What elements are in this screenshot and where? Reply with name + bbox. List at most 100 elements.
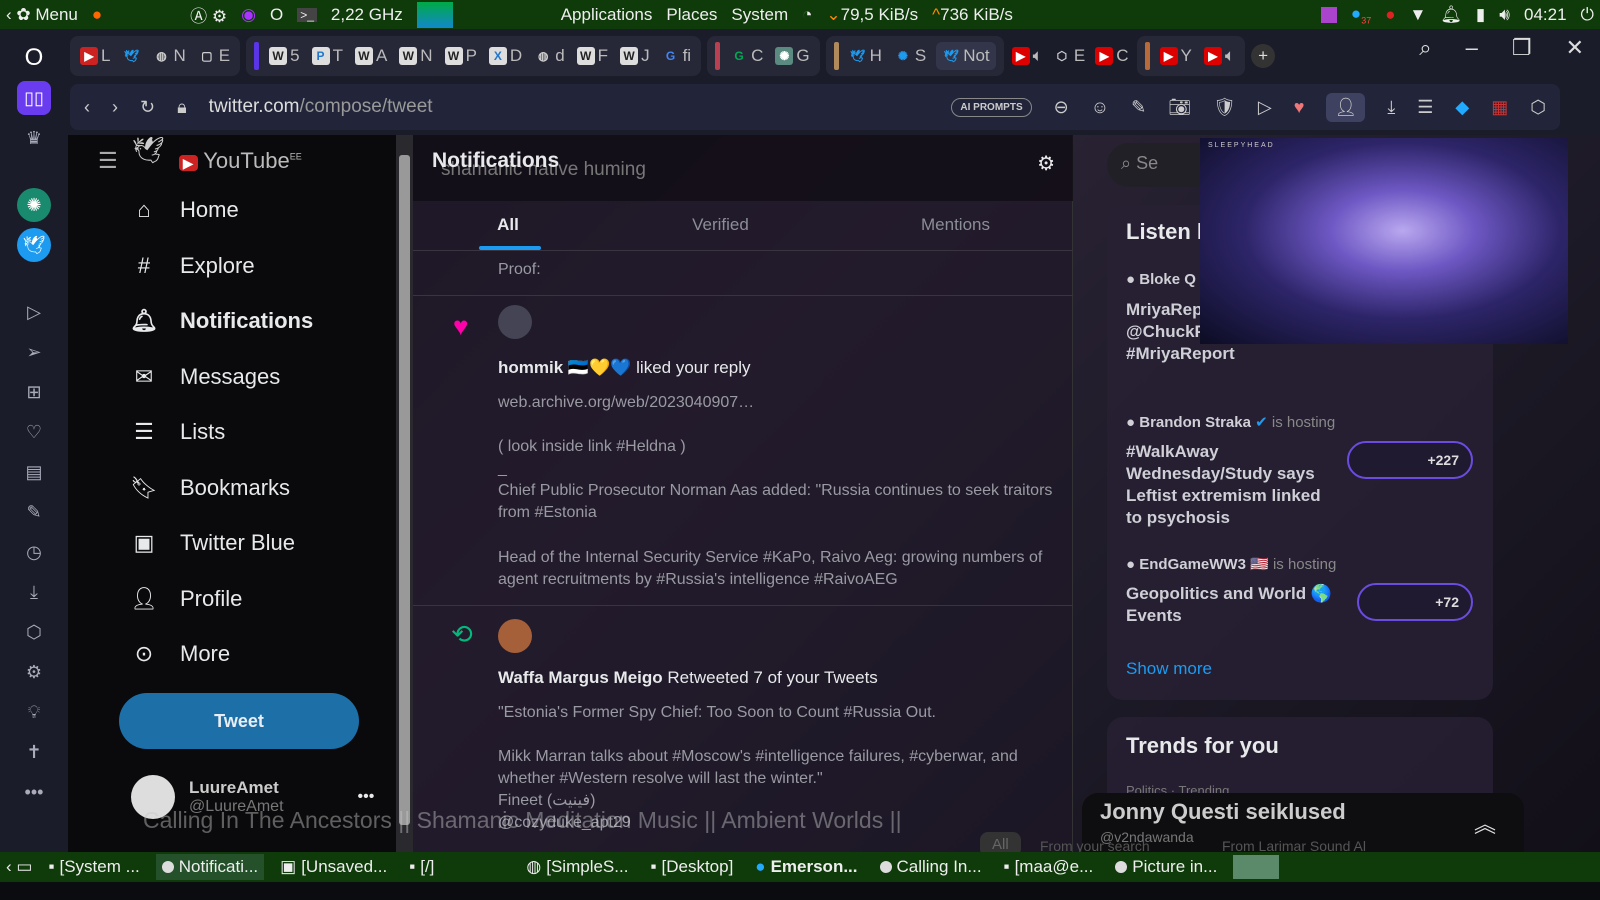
tab[interactable]: Gfi — [660, 46, 694, 66]
diamond-extension-icon[interactable]: ◆ — [1455, 97, 1469, 118]
reload-button[interactable]: ↻ — [140, 97, 155, 118]
emoji-icon[interactable]: ☺ — [1091, 97, 1109, 118]
notification-like[interactable]: hommik 🇪🇪💛💙 liked your reply — [498, 357, 1068, 379]
show-more-link[interactable]: Show more — [1126, 659, 1212, 679]
tab[interactable]: 🕊︎ — [120, 47, 142, 65]
scrollbar[interactable] — [396, 135, 413, 852]
nav-profile[interactable]: 👤︎ Profile — [130, 586, 242, 612]
listeners-badge[interactable]: +227 — [1347, 441, 1473, 479]
forward-button[interactable]: › — [112, 97, 118, 118]
tab[interactable]: ✺ G — [773, 46, 811, 66]
bible-icon[interactable]: ✝ — [17, 735, 51, 769]
telegram-icon[interactable]: ●37 — [1351, 4, 1371, 25]
nav-home[interactable]: ⌂ Home — [130, 197, 238, 223]
power-icon[interactable]: ⏻ — [1581, 5, 1594, 25]
tweet-button[interactable]: Tweet — [119, 693, 359, 749]
tab[interactable]: ⬡ E — [1051, 46, 1087, 66]
grid-icon[interactable]: ⊞ — [17, 375, 51, 409]
nav-explore[interactable]: # Explore — [130, 253, 255, 279]
volume-icon[interactable]: 🔊︎ — [1499, 5, 1510, 25]
ai-prompts-button[interactable]: AI PROMPTS — [951, 97, 1032, 117]
heart-icon[interactable]: ♡ — [17, 415, 51, 449]
tab[interactable]: XD — [487, 46, 524, 66]
avatar[interactable] — [498, 305, 532, 339]
tab-mentions[interactable]: Mentions — [838, 201, 1073, 250]
menu-button[interactable]: ‹ ✿ Menu — [6, 5, 78, 25]
tab[interactable]: WJ — [618, 46, 652, 66]
pin-icon[interactable]: ✎ — [1131, 97, 1146, 118]
taskbar-item[interactable]: Picture in... — [1109, 854, 1223, 880]
record-icon[interactable]: ● — [1385, 5, 1395, 25]
firefox-icon[interactable]: ● — [92, 5, 102, 25]
applications-menu[interactable]: Applications — [561, 5, 653, 25]
tab[interactable]: ▶ 🔈︎ — [1202, 46, 1237, 66]
tab[interactable]: ◍ d — [532, 46, 566, 66]
tab[interactable]: ▢ E — [196, 46, 232, 66]
space-host[interactable]: ● Bloke Q — [1126, 271, 1196, 288]
history-icon[interactable]: ◷ — [17, 535, 51, 569]
tab[interactable]: ◍ N — [150, 46, 187, 66]
taskbar-item[interactable]: ▪ [maa@e... — [998, 854, 1100, 880]
notification-retweet[interactable]: Waffa Margus Meigo Retweeted 7 of your T… — [498, 667, 1068, 689]
lightbulb-icon[interactable]: 💡︎ — [17, 695, 51, 729]
picture-in-picture-video[interactable]: SLEEPYHEAD — [1200, 138, 1568, 344]
nav-more[interactable]: ⊙ More — [130, 641, 230, 667]
back-button[interactable]: ‹ — [84, 97, 90, 118]
space-host[interactable]: ● Brandon Straka ✔ is hosting — [1126, 413, 1335, 431]
cube-extension-icon[interactable]: ⬡ — [1530, 97, 1546, 118]
avatar[interactable] — [498, 619, 532, 653]
taskbar-item[interactable]: ◍ [SimpleS... — [520, 854, 634, 880]
downloads-icon[interactable]: ⤓ — [17, 575, 51, 609]
space-title[interactable]: Geopolitics and World 🌎 Events — [1126, 583, 1336, 627]
tab[interactable]: W5 — [267, 46, 301, 66]
chatgpt-icon[interactable]: ✺ — [17, 188, 51, 222]
maximize-button[interactable]: ❐ — [1512, 35, 1532, 61]
tab-verified[interactable]: Verified — [603, 201, 838, 250]
taskbar-item[interactable]: Calling In... — [874, 854, 988, 880]
network-icon[interactable]: ▼ — [1410, 5, 1427, 25]
send-icon[interactable]: ➢ — [17, 335, 51, 369]
tab[interactable]: WF — [575, 46, 610, 66]
tab-active-twitter-notifications[interactable]: 🕊︎ Not — [936, 42, 996, 70]
nav-bookmarks[interactable]: 🔖︎ Bookmarks — [130, 475, 290, 501]
taskbar-item[interactable]: ● Emerson... — [749, 854, 863, 880]
zoom-icon[interactable]: ⊖ — [1054, 97, 1069, 118]
tab[interactable]: 🕊︎ H — [847, 46, 884, 66]
tab[interactable]: ▶ Y — [1158, 46, 1194, 66]
wifi-icon[interactable]: ◔ — [802, 5, 812, 25]
close-button[interactable]: ✕ — [1566, 35, 1584, 61]
space-host[interactable]: ● EndGameWW3 🇺🇸 is hosting — [1126, 555, 1336, 573]
places-menu[interactable]: Places — [666, 5, 717, 25]
tab[interactable]: GC — [728, 46, 765, 66]
settings-icon[interactable]: ⚙ — [17, 655, 51, 689]
tab[interactable]: ✺ S — [892, 46, 928, 66]
opera-icon[interactable]: O — [270, 5, 283, 25]
space-title[interactable]: #WalkAway Wednesday/Study says Leftist e… — [1126, 441, 1336, 529]
workspaces-icon[interactable]: ▯▯ — [17, 81, 51, 115]
tor-icon[interactable]: ◉ — [241, 5, 256, 25]
hamburger-icon[interactable]: ☰ — [98, 148, 118, 174]
new-tab-button[interactable]: + — [1251, 44, 1276, 68]
mini-player-title[interactable]: Jonny Questi seiklused — [1100, 799, 1346, 825]
taskbar-item[interactable]: ▣ [Unsaved... — [274, 854, 393, 880]
taskbar-item[interactable]: ▪ [/] — [403, 854, 440, 880]
crown-icon[interactable]: ♛ — [17, 121, 51, 155]
bell-icon[interactable]: 🔔︎ — [1440, 5, 1462, 25]
shield-icon[interactable]: 🛡︎ — [1213, 97, 1236, 118]
tab[interactable]: WP — [443, 46, 479, 66]
audio-app-icon[interactable] — [1320, 6, 1337, 23]
url-input[interactable]: twitter.com/compose/tweet — [209, 96, 930, 118]
camera-icon[interactable]: 📷︎ — [1168, 97, 1191, 118]
profile-icon[interactable]: 👤︎ — [1326, 92, 1366, 122]
accessibility-icon[interactable]: Ⓐ ⚙ — [190, 2, 227, 27]
tab[interactable]: ▶ C — [1093, 46, 1130, 66]
search-tabs-icon[interactable]: ⌕ — [1419, 35, 1431, 61]
twitter-logo-icon[interactable]: 🕊︎ — [132, 135, 165, 166]
nav-lists[interactable]: ☰ Lists — [130, 419, 225, 445]
tab-all[interactable]: All — [413, 201, 603, 250]
twitter-icon[interactable]: 🕊︎ — [17, 228, 51, 262]
send-icon[interactable]: ▷ — [1258, 97, 1272, 118]
taskbar-item[interactable]: ▪ [Desktop] — [644, 854, 739, 880]
tab[interactable]: ▶ L — [78, 46, 112, 66]
clock[interactable]: 04:21 — [1524, 5, 1567, 25]
